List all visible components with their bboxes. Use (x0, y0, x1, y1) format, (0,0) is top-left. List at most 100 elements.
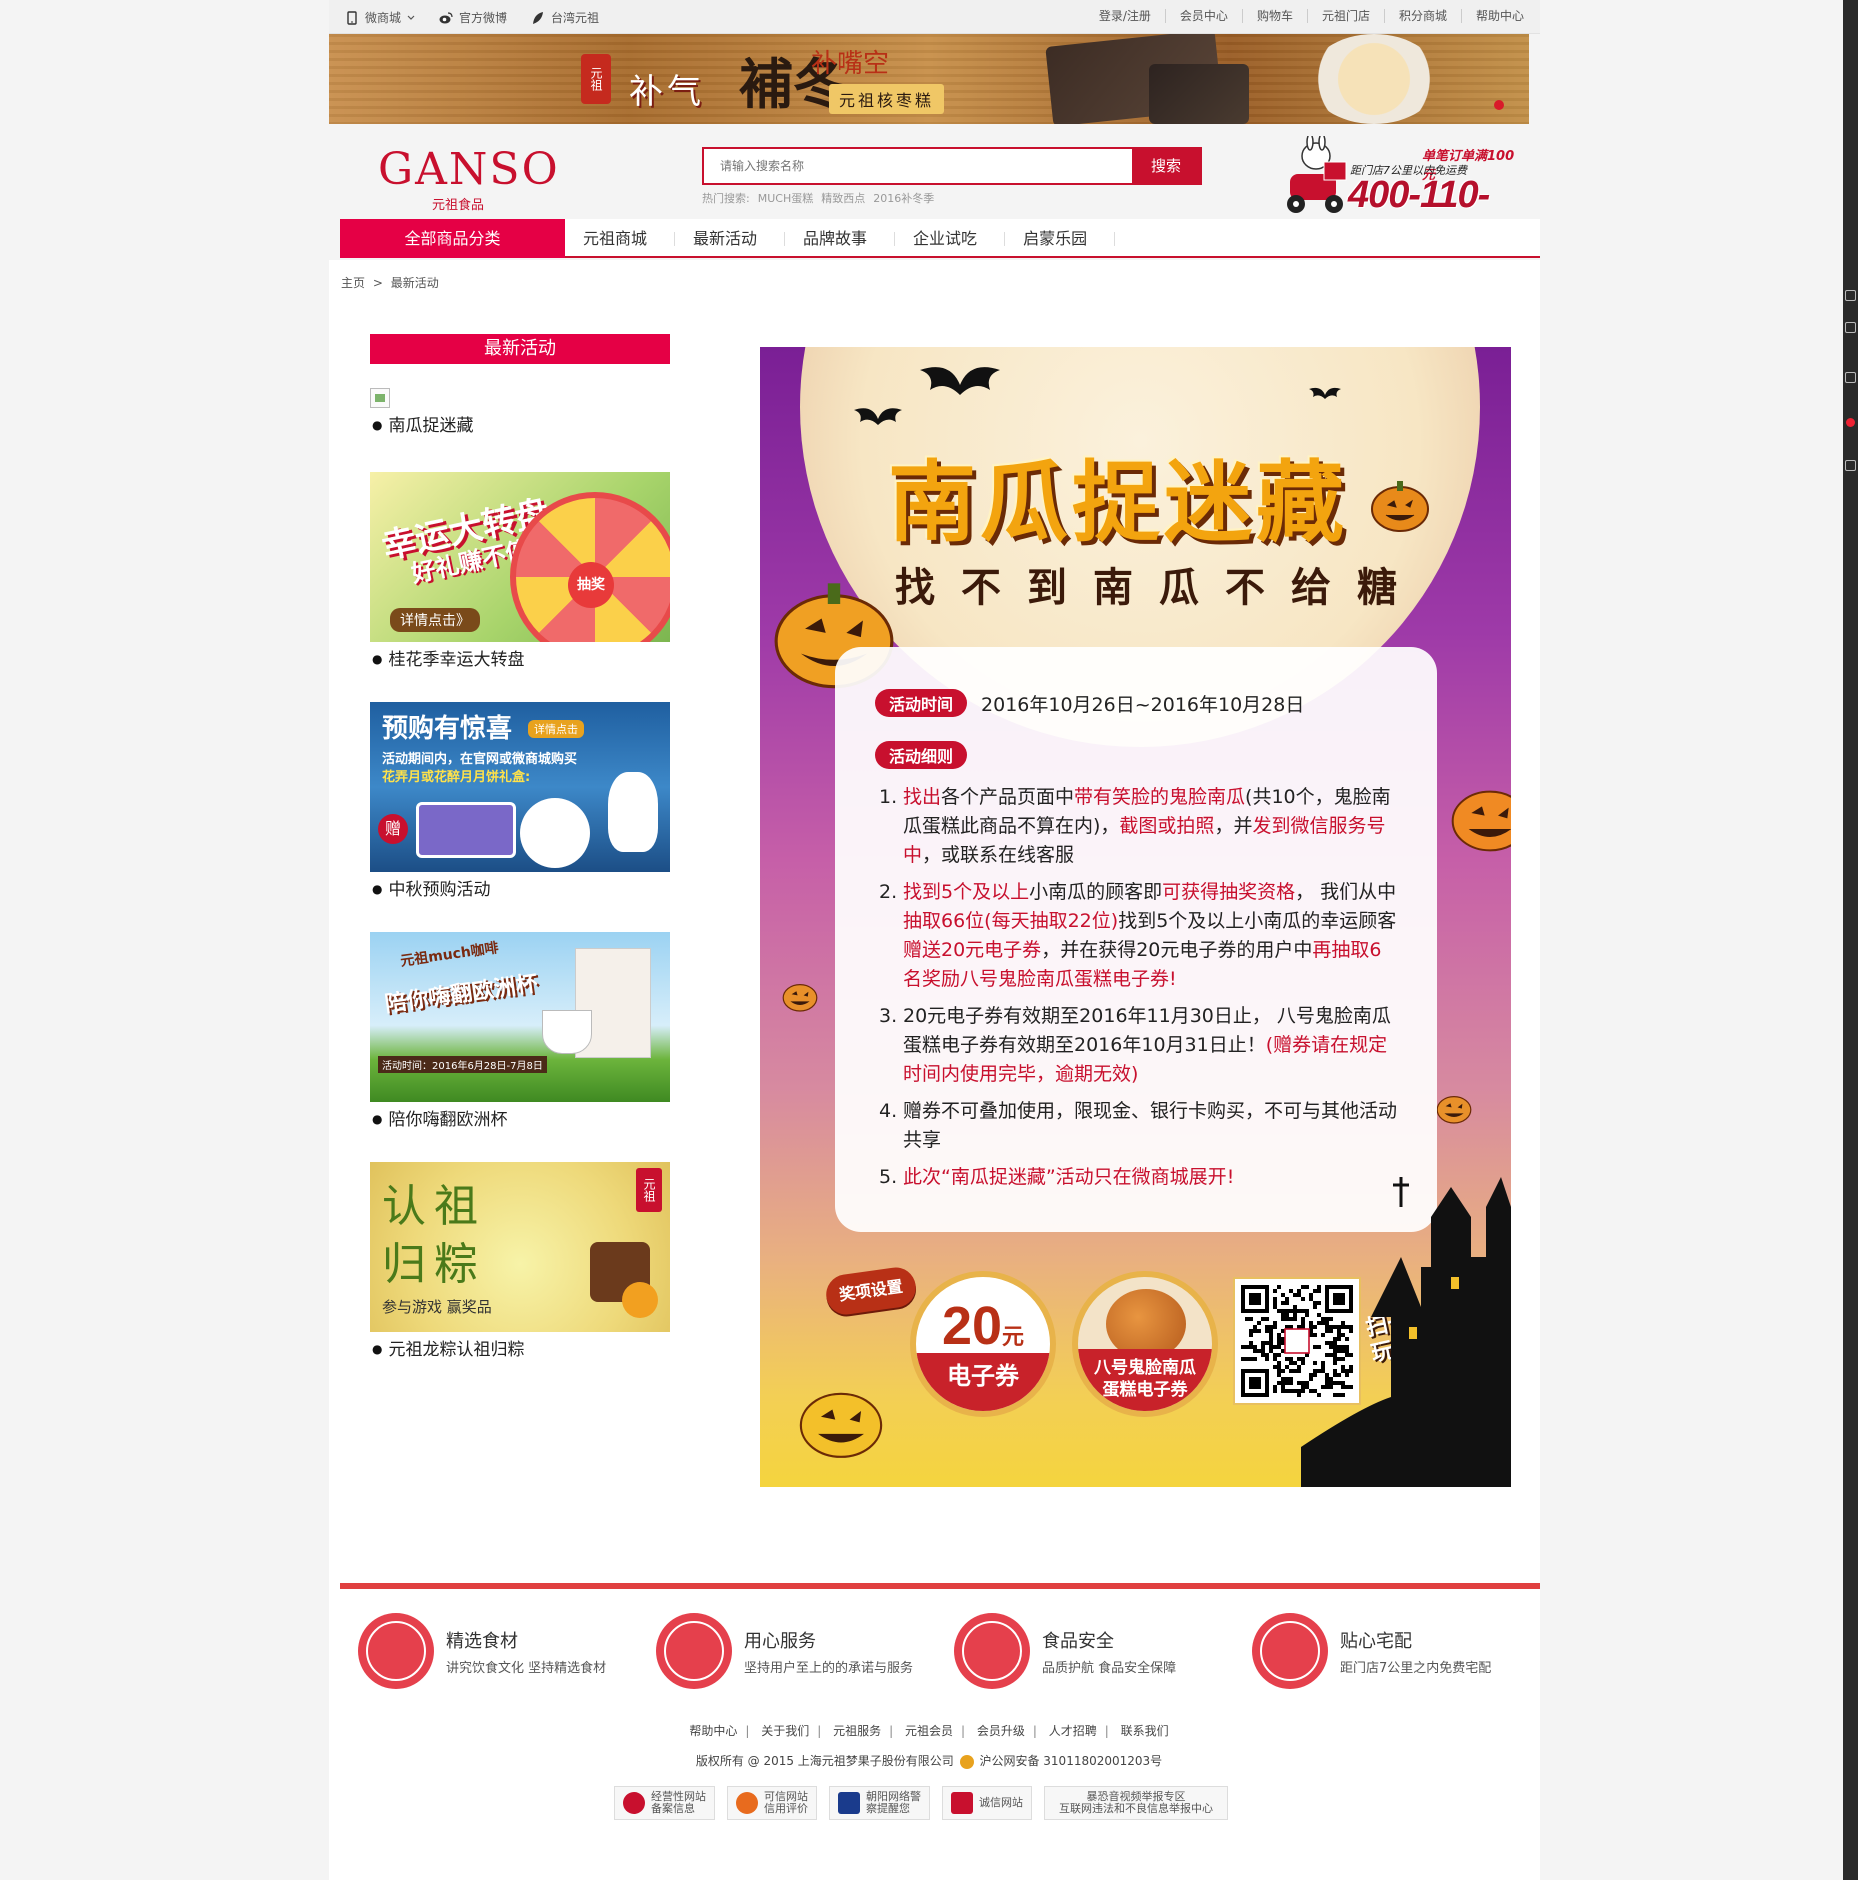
banner-cake-image (1149, 64, 1249, 124)
footer-link-about[interactable]: 关于我们 (753, 1724, 817, 1738)
rail-tool-icon[interactable] (1845, 322, 1856, 333)
activity-caption[interactable]: 桂花季幸运大转盘 (370, 642, 670, 678)
all-categories-button[interactable]: 全部商品分类 (340, 219, 565, 258)
rail-tool-icon[interactable] (1845, 290, 1856, 301)
thumb-subtitle2: 花弄月或花醉月月饼礼盒: (382, 770, 531, 785)
time-value: 2016年10月26日~2016年10月28日 (981, 693, 1305, 716)
activity-caption[interactable]: 南瓜捉迷藏 (370, 408, 670, 444)
rule-fragment: ，或联系在线客服 (922, 844, 1075, 866)
delivery-promo: 单笔订单满100元 距门店7公里以内免运费 400-110-3737 (1276, 128, 1520, 259)
sidebar-activity-item[interactable]: 元祖much咖啡 陪你嗨翻欧洲杯 活动时间：2016年6月28日-7月8日 陪你… (370, 932, 670, 1138)
rail-tool-icon[interactable] (1845, 372, 1856, 383)
help-center-link[interactable]: 帮助中心 (1462, 9, 1524, 23)
leaf-icon (533, 11, 544, 24)
pumpkin-icon (1436, 1096, 1472, 1124)
nav-item-mall[interactable]: 元祖商城 (565, 219, 676, 258)
member-center-link[interactable]: 会员中心 (1166, 9, 1243, 23)
activity-caption[interactable]: 陪你嗨翻欧洲杯 (370, 1102, 670, 1138)
logo-wordmark: GANSO (378, 144, 560, 195)
footer-link-careers[interactable]: 人才招聘 (1041, 1724, 1105, 1738)
time-row: 活动时间 2016年10月26日~2016年10月28日 (875, 689, 1304, 717)
feature-service: 用心服务 坚持用户至上的的承诺与服务 (656, 1613, 913, 1689)
integrity-icon (951, 1792, 973, 1814)
activity-thumbnail-wheel[interactable]: 幸运大转盘 好礼赚不停 详情点击》 抽奖 (370, 472, 670, 642)
laurel-badge-icon (358, 1613, 434, 1689)
nav-item-brand-story[interactable]: 品牌故事 (785, 219, 896, 258)
trust-badge[interactable]: 朝阳网络警 察提醒您 (829, 1786, 930, 1820)
copyright: 版权所有 @ 2015 上海元祖梦果子股份有限公司 沪公网安备 31011802… (0, 1752, 1858, 1769)
sidebar-title: 最新活动 (370, 334, 670, 364)
rabbit-scooter-icon (1287, 136, 1347, 213)
top-link-taiwan[interactable]: 台湾元祖 (531, 9, 599, 26)
thumb-title2: 归粽 (382, 1239, 486, 1290)
bat-icon (1309, 387, 1341, 399)
rules-card: 活动时间 2016年10月26日~2016年10月28日 活动细则 1. 找出各个… (835, 647, 1437, 1232)
rule-highlight: 此次“南瓜捉迷藏”活动只在微商城展开! (903, 1166, 1235, 1188)
cart-link[interactable]: 购物车 (1243, 9, 1308, 23)
top-link-weibo[interactable]: 官方微博 (439, 9, 507, 26)
footer-link-member[interactable]: 元祖会员 (897, 1724, 961, 1738)
coffee-cup-image (542, 1010, 592, 1054)
nav-item-corporate-tasting[interactable]: 企业试吃 (895, 219, 1006, 258)
copyright-text: 版权所有 @ 2015 上海元祖梦果子股份有限公司 (695, 1754, 954, 1768)
rule-fragment: ，并 (1214, 815, 1253, 837)
login-register-link[interactable]: 登录/注册 (1085, 9, 1166, 23)
rule-fragment: 找到5个及以上小南瓜的幸运顾客 (1118, 910, 1397, 932)
nav-item-kids-park[interactable]: 启蒙乐园 (1005, 219, 1116, 258)
sidebar-activity-item[interactable]: 预购有惊喜 详情点击 活动期间内，在官网或微商城购买 花弄月或花醉月月饼礼盒: … (370, 702, 670, 908)
castle-silhouette-icon (1301, 1177, 1511, 1487)
cake-coupon-label: 八号鬼脸南瓜 蛋糕电子券 (1078, 1349, 1212, 1411)
top-promo-banner[interactable]: 元祖 补气 補冬 补嘴空 元祖核枣糕 (329, 34, 1529, 124)
poster-title: 南瓜捉迷藏 (888, 450, 1349, 554)
feature-title: 用心服务 (744, 1630, 816, 1652)
coupon-amount: 20 (941, 1296, 1003, 1356)
banner-line1: 补气 (629, 72, 705, 112)
stores-link[interactable]: 元祖门店 (1308, 9, 1385, 23)
sidebar-activity-item[interactable]: 幸运大转盘 好礼赚不停 详情点击》 抽奖 桂花季幸运大转盘 (370, 472, 670, 678)
activity-caption[interactable]: 中秋预购活动 (370, 872, 670, 908)
breadcrumb-home[interactable]: 主页 (341, 276, 365, 290)
activity-caption[interactable]: 元祖龙粽认祖归粽 (370, 1332, 670, 1368)
footer-link-upgrade[interactable]: 会员升级 (969, 1724, 1033, 1738)
rule-number: 4. (879, 1100, 898, 1122)
rule-fragment: 各个产品页面中 (941, 786, 1075, 808)
trust-badge[interactable]: 可信网站 信用评价 (727, 1786, 817, 1820)
search-button[interactable]: 搜索 (1132, 149, 1200, 183)
sidebar-activity-item[interactable]: 认祖 归粽 参与游戏 赢奖品 元祖 元祖龙粽认祖归粽 (370, 1162, 670, 1368)
banner-carousel-dot[interactable] (1494, 100, 1504, 110)
police-record[interactable]: 沪公网安备 31011802001203号 (979, 1754, 1162, 1768)
heart-icon (656, 1613, 732, 1689)
hot-search-term[interactable]: 2016补冬季 (873, 190, 934, 206)
hot-search-term[interactable]: MUCH蛋糕 (758, 190, 814, 206)
pumpkin-icon (1371, 481, 1429, 532)
rule-fragment: 赠券不可叠加使用，限现金、银行卡购买，不可与其他活动共享 (903, 1100, 1398, 1151)
rail-star-icon[interactable] (1845, 460, 1856, 471)
rule-number: 2. (879, 881, 898, 903)
footer-link-contact[interactable]: 联系我们 (1113, 1724, 1177, 1738)
activity-thumbnail-presale[interactable]: 预购有惊喜 详情点击 活动期间内，在官网或微商城购买 花弄月或花醉月月饼礼盒: … (370, 702, 670, 872)
hot-search-term[interactable]: 精致西点 (821, 190, 865, 206)
sidebar-activity-item[interactable]: 南瓜捉迷藏 (370, 388, 670, 444)
ganso-logo[interactable]: GANSO 元祖食品 (378, 144, 560, 214)
badge-line: 互联网违法和不良信息举报中心 (1059, 1802, 1213, 1815)
top-link-weishop[interactable]: 微商城 (345, 9, 415, 26)
rail-badge (1846, 418, 1855, 427)
footer-link-service[interactable]: 元祖服务 (825, 1724, 889, 1738)
points-mall-link[interactable]: 积分商城 (1385, 9, 1462, 23)
gift-box-image (416, 802, 516, 858)
feature-title: 贴心宅配 (1340, 1630, 1412, 1652)
rule-highlight: 截图或拍照 (1119, 815, 1215, 837)
nav-item-activities[interactable]: 最新活动 (675, 219, 786, 258)
top-bar-left: 微商城 官方微博 台湾元祖 (345, 9, 599, 26)
trust-badge[interactable]: 诚信网站 (942, 1786, 1032, 1820)
activity-thumbnail-zongzi[interactable]: 认祖 归粽 参与游戏 赢奖品 元祖 (370, 1162, 670, 1332)
prize-label: 奖项设置 (823, 1264, 919, 1318)
search-input[interactable] (704, 149, 1132, 183)
trust-badge[interactable]: 经营性网站 备案信息 (614, 1786, 715, 1820)
footer-link-help[interactable]: 帮助中心 (681, 1724, 745, 1738)
thumb-subtitle: 元祖much咖啡 (399, 940, 500, 970)
coupon-label: 电子券 (916, 1353, 1050, 1411)
activity-thumbnail-euro-cup[interactable]: 元祖much咖啡 陪你嗨翻欧洲杯 活动时间：2016年6月28日-7月8日 (370, 932, 670, 1102)
trust-badge[interactable]: 暴恐音视频举报专区 互联网违法和不良信息举报中心 (1044, 1786, 1228, 1820)
top-link-label: 官方微博 (459, 11, 508, 25)
